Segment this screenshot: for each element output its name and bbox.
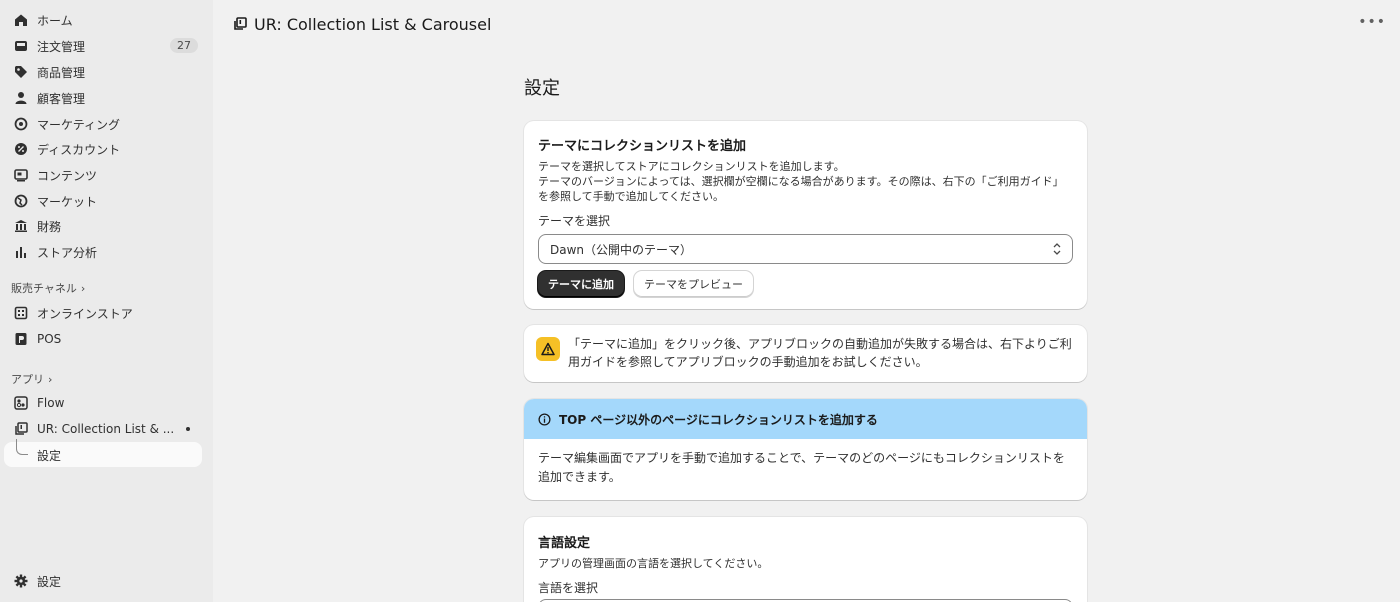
sidebar-item-label: 商品管理: [37, 65, 86, 80]
sidebar-item-label: 財務: [37, 219, 62, 234]
theme-card-desc-2: テーマのバージョンによっては、選択欄が空欄になる場合があります。その際は、右下の…: [538, 175, 1064, 188]
content-icon: [14, 168, 28, 182]
tree-connector: [16, 439, 28, 455]
inbox-icon: [14, 39, 28, 53]
sales-channels-label: 販売チャネル: [11, 282, 77, 295]
info-line-2: 追加できます。: [538, 470, 621, 484]
sidebar-item-ur-collection[interactable]: UR: Collection List & ...: [6, 417, 202, 441]
info-banner-header: TOP ページ以外のページにコレクションリストを追加する: [524, 399, 1087, 439]
sidebar-item-label: 顧客管理: [37, 91, 86, 106]
app-icon: [233, 17, 247, 31]
sidebar-item-analytics[interactable]: ストア分析: [6, 240, 202, 264]
sidebar-item-settings[interactable]: 設定: [6, 569, 202, 593]
pos-icon: [14, 332, 28, 346]
sidebar-item-label: マーケティング: [37, 117, 121, 132]
sidebar-item-online-store[interactable]: オンラインストア: [6, 301, 202, 325]
theme-select[interactable]: Dawn（公開中のテーマ）: [538, 234, 1073, 264]
sidebar-item-finance[interactable]: 財務: [6, 214, 202, 238]
info-card: TOP ページ以外のページにコレクションリストを追加する テーマ編集画面でアプリ…: [524, 399, 1087, 500]
warning-line-2: 用ガイドを参照してアプリブロックの手動追加をお試しください。: [568, 355, 928, 369]
globe-icon: [14, 194, 28, 208]
chevron-right-icon: ›: [80, 281, 86, 295]
warning-card: 「テーマに追加」をクリック後、アプリブロックの自動追加が失敗する場合は、右下より…: [524, 325, 1087, 382]
sales-channels-heading[interactable]: 販売チャネル ›: [11, 280, 85, 296]
bar-chart-icon: [14, 245, 28, 259]
tag-icon: [14, 65, 28, 79]
sidebar-item-flow[interactable]: Flow: [6, 391, 202, 415]
sidebar-item-content[interactable]: コンテンツ: [6, 163, 202, 187]
warning-line-1: 「テーマに追加」をクリック後、アプリブロックの自動追加が失敗する場合は、右下より…: [568, 337, 1072, 351]
store-icon: [14, 306, 28, 320]
sidebar-subitem-label: 設定: [37, 449, 62, 463]
sidebar-item-label: ストア分析: [37, 245, 98, 260]
discount-icon: [14, 142, 28, 156]
gear-icon: [14, 574, 28, 588]
flow-icon: [14, 396, 28, 410]
more-actions-icon[interactable]: •••: [1358, 14, 1386, 30]
language-card: 言語設定 アプリの管理画面の言語を選択してください。 言語を選択: [524, 517, 1087, 602]
info-banner-title: TOP ページ以外のページにコレクションリストを追加する: [559, 412, 878, 427]
app-header: UR: Collection List & Carousel •••: [213, 0, 1400, 50]
apps-heading[interactable]: アプリ ›: [11, 371, 52, 387]
theme-select-value: Dawn（公開中のテーマ）: [550, 242, 693, 257]
sidebar-item-label: Flow: [37, 396, 65, 410]
home-icon: [14, 13, 28, 27]
sidebar-item-markets[interactable]: マーケット: [6, 189, 202, 213]
target-icon: [14, 117, 28, 131]
select-chevron-icon: [1052, 242, 1062, 256]
sidebar-item-label: UR: Collection List & ...: [37, 422, 175, 436]
app-title: UR: Collection List & Carousel: [254, 15, 492, 34]
person-icon: [14, 91, 28, 105]
add-to-theme-button[interactable]: テーマに追加: [538, 271, 624, 297]
sidebar-item-products[interactable]: 商品管理: [6, 60, 202, 84]
theme-card-title: テーマにコレクションリストを追加: [538, 139, 747, 154]
sidebar-item-label: 設定: [37, 574, 62, 589]
sidebar-item-label: ホーム: [37, 13, 73, 28]
sidebar-item-pos[interactable]: POS: [6, 327, 202, 351]
sidebar-item-label: マーケット: [37, 194, 98, 209]
sidebar-item-marketing[interactable]: マーケティング: [6, 112, 202, 136]
sidebar-item-label: コンテンツ: [37, 168, 98, 183]
info-icon: [538, 412, 551, 426]
bank-icon: [14, 219, 28, 233]
app-icon: [14, 422, 28, 436]
theme-select-label: テーマを選択: [538, 214, 611, 228]
chevron-right-icon: ›: [48, 372, 53, 386]
sidebar-item-label: POS: [37, 332, 62, 346]
page-title: 設定: [524, 78, 560, 99]
info-line-1: テーマ編集画面でアプリを手動で追加することで、テーマのどのページにもコレクション…: [538, 451, 1065, 465]
language-card-title: 言語設定: [538, 536, 591, 551]
apps-label: アプリ: [11, 373, 44, 386]
sidebar-item-customers[interactable]: 顧客管理: [6, 86, 202, 110]
theme-card-desc-3: を参照して手動で追加してください。: [538, 190, 725, 203]
sidebar-item-label: ディスカウント: [37, 142, 121, 157]
sidebar-item-orders[interactable]: 注文管理 27: [6, 34, 202, 58]
sidebar: ホーム 注文管理 27 商品管理 顧客管理 マーケティング ディスカウント コン…: [0, 0, 213, 602]
warning-icon: [536, 337, 560, 361]
language-card-desc: アプリの管理画面の言語を選択してください。: [538, 557, 769, 570]
sidebar-subitem-settings[interactable]: 設定: [4, 439, 202, 467]
language-select-label: 言語を選択: [538, 581, 599, 595]
pin-dot: [186, 427, 190, 431]
theme-card: テーマにコレクションリストを追加 テーマを選択してストアにコレクションリストを追…: [524, 121, 1087, 309]
sidebar-item-home[interactable]: ホーム: [6, 8, 202, 32]
orders-count-badge: 27: [170, 38, 198, 53]
sidebar-item-discounts[interactable]: ディスカウント: [6, 137, 202, 161]
sidebar-item-label: 注文管理: [37, 39, 86, 54]
theme-card-desc-1: テーマを選択してストアにコレクションリストを追加します。: [538, 160, 845, 173]
preview-theme-button[interactable]: テーマをプレビュー: [634, 271, 753, 297]
sidebar-item-label: オンラインストア: [37, 306, 133, 321]
